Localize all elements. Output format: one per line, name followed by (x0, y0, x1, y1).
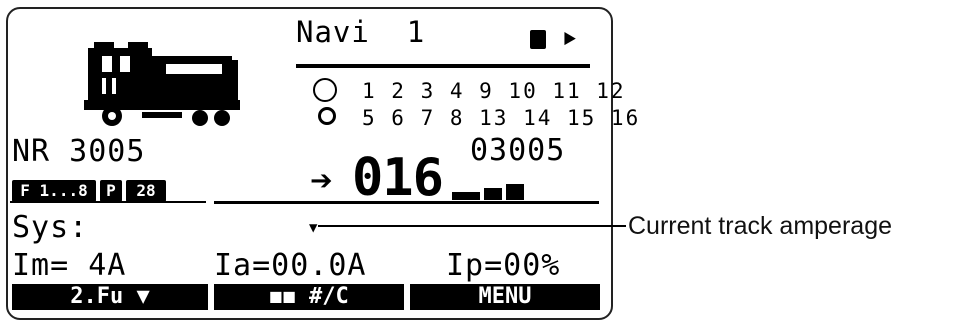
loco-name: NR 3005 (12, 134, 146, 169)
function-row-1: 1 2 3 4 9 10 11 12 (362, 79, 626, 103)
callout-line-end (612, 225, 626, 227)
speed-value: 016 (352, 148, 444, 208)
system-label: Sys: (12, 210, 89, 245)
drive-divider (214, 201, 599, 204)
battery-icon (530, 30, 546, 49)
softkey-functions[interactable]: 2.Fu ▼ (12, 284, 208, 310)
callout-label: Current track amperage (628, 212, 893, 240)
mode-title: Navi 1 (296, 15, 426, 49)
function-range-badge: F 1...8 (12, 180, 96, 202)
header-divider (296, 64, 590, 68)
max-current: Im= 4A (12, 248, 127, 283)
forward-arrow-icon: ➔ (310, 158, 333, 202)
light-function-icon (313, 78, 337, 102)
softkey-menu[interactable]: MENU (410, 284, 600, 310)
loco-address: 03005 (470, 133, 566, 168)
current-marker-icon: ▼ (309, 220, 318, 236)
callout-line (318, 225, 612, 227)
power-percent: Ip=00% (446, 248, 561, 283)
left-divider (10, 201, 206, 203)
power-plug-icon: ⯈ (560, 26, 580, 54)
slot-number: 1 (406, 15, 426, 49)
softkey-hash-c[interactable]: ◼◼ #/C (214, 284, 404, 310)
protocol-badge: P (100, 180, 122, 202)
speed-steps-badge: 28 (126, 180, 166, 202)
locomotive-small-icon: ◼◼ (269, 284, 309, 309)
speed-bar (452, 184, 524, 200)
locomotive-icon (84, 42, 240, 126)
track-current: Ia=00.0A (214, 248, 367, 283)
function-zero-icon (318, 107, 336, 125)
function-row-2: 5 6 7 8 13 14 15 16 (362, 106, 641, 130)
